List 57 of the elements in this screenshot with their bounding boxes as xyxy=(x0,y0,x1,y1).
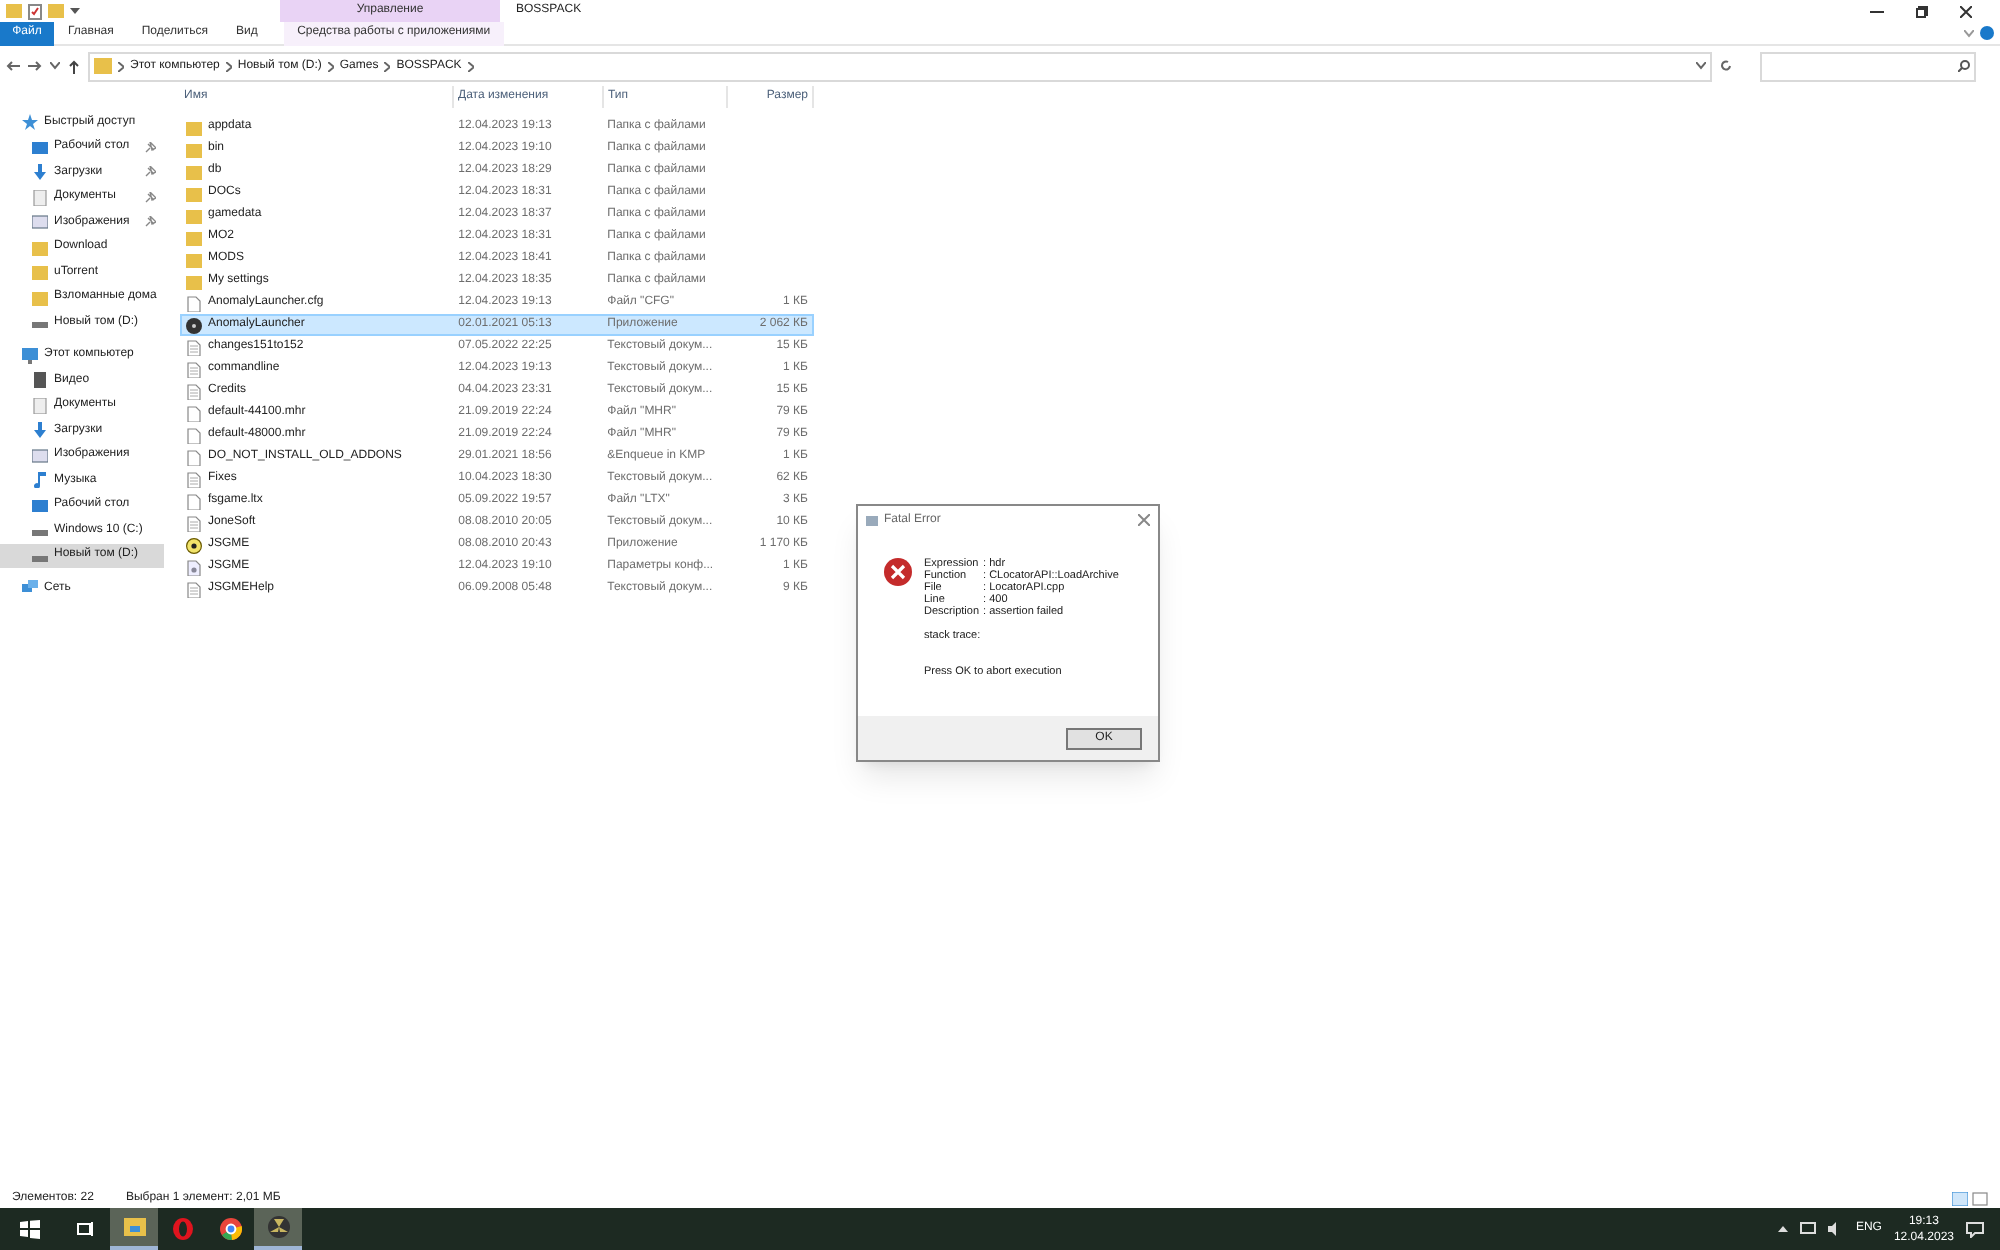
windows-logo-icon[interactable] xyxy=(20,1219,40,1239)
desktop-icon xyxy=(32,139,48,156)
chevron-right-icon[interactable] xyxy=(118,61,124,71)
down-arrow-icon xyxy=(32,164,48,181)
up-arrow-icon[interactable] xyxy=(68,59,80,73)
radiation-icon xyxy=(267,1216,289,1238)
close-icon[interactable] xyxy=(1960,5,1972,17)
chevron-down-icon[interactable] xyxy=(1964,29,1974,37)
chevron-right-icon[interactable] xyxy=(384,61,391,71)
music-note-icon xyxy=(32,472,48,489)
folder-icon xyxy=(123,1216,145,1238)
star-icon xyxy=(22,114,38,131)
desktop-icon xyxy=(32,497,48,514)
text-file-icon xyxy=(186,383,202,399)
computer-icon xyxy=(22,347,38,364)
text-file-icon xyxy=(186,515,202,531)
notifications-icon[interactable] xyxy=(1966,1221,1984,1237)
chevron-right-icon[interactable] xyxy=(467,61,474,71)
help-icon[interactable] xyxy=(1980,26,1994,40)
search-field[interactable] xyxy=(1760,51,1976,81)
down-arrow-icon xyxy=(32,422,48,439)
minimize-icon[interactable] xyxy=(1870,6,1884,16)
text-file-icon xyxy=(186,471,202,487)
task-view-icon[interactable] xyxy=(76,1220,94,1238)
file-icon xyxy=(186,493,202,509)
text-file-icon xyxy=(186,361,202,377)
refresh-icon[interactable] xyxy=(1720,60,1732,72)
chevron-down-icon[interactable] xyxy=(50,62,60,70)
maximize-icon[interactable] xyxy=(1916,5,1928,17)
taskbar-button[interactable] xyxy=(254,1208,302,1250)
round-logo-icon xyxy=(219,1218,241,1240)
text-file-icon xyxy=(186,339,202,355)
error-icon xyxy=(884,558,912,586)
search-icon xyxy=(1958,60,1970,72)
properties-icon[interactable] xyxy=(28,3,42,19)
network-icon xyxy=(22,580,38,597)
network-icon[interactable] xyxy=(1799,1222,1816,1236)
chevron-right-icon[interactable] xyxy=(225,61,232,71)
app-icon xyxy=(186,537,202,553)
film-icon xyxy=(32,372,48,389)
settings-file-icon xyxy=(186,559,202,575)
window-icon xyxy=(866,515,878,525)
forward-arrow-icon[interactable] xyxy=(28,60,42,72)
caret-up-icon[interactable] xyxy=(1777,1225,1788,1233)
folder-icon xyxy=(94,58,112,74)
document-icon xyxy=(32,397,48,414)
chevron-down-icon[interactable] xyxy=(1696,62,1706,70)
tiles-view-icon[interactable] xyxy=(1972,1191,1988,1205)
picture-icon xyxy=(32,447,48,464)
text-file-icon xyxy=(186,581,202,597)
back-arrow-icon[interactable] xyxy=(6,60,20,72)
picture-icon xyxy=(32,214,48,231)
chevron-right-icon[interactable] xyxy=(327,61,334,71)
radiation-icon xyxy=(186,317,202,333)
ring-icon xyxy=(171,1218,193,1240)
dropdown-icon[interactable] xyxy=(70,6,80,16)
document-icon xyxy=(32,189,48,206)
